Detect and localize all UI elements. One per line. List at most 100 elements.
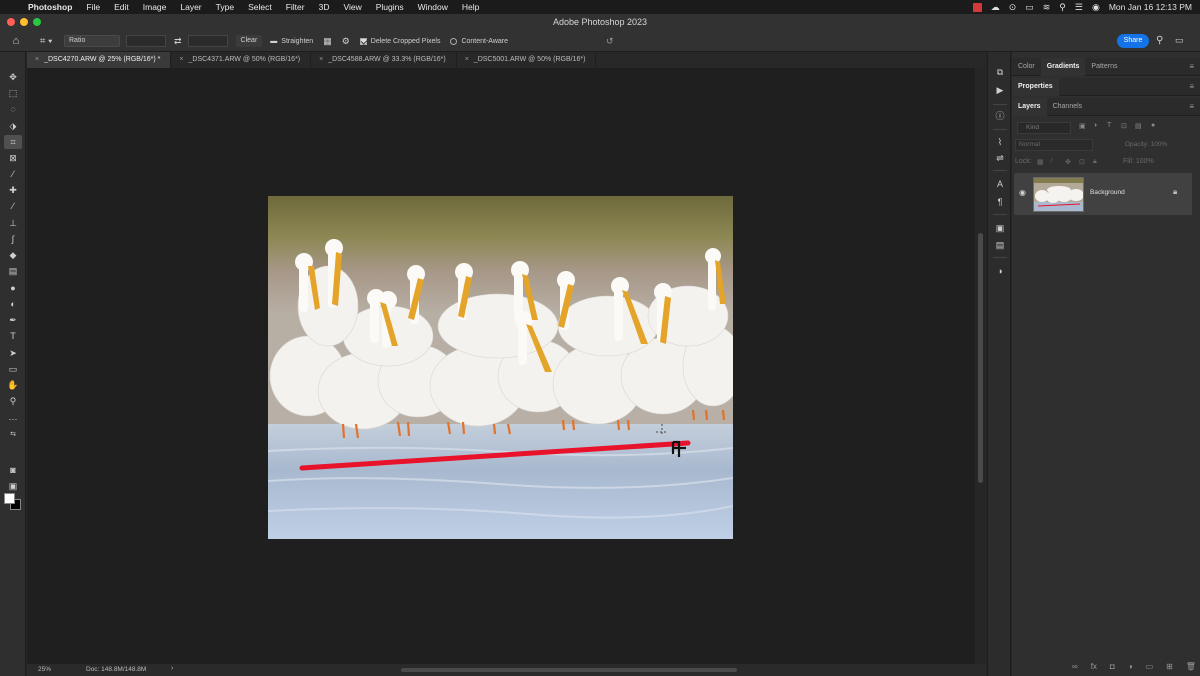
adjustment-layer-icon[interactable]: ◑: [992, 265, 1008, 277]
menu-plugins[interactable]: Plugins: [369, 2, 411, 12]
brush-icon[interactable]: ∕: [4, 199, 22, 213]
zoom-tool-icon[interactable]: ⚲: [4, 394, 22, 408]
menu-window[interactable]: Window: [411, 2, 455, 12]
ratio-height-field[interactable]: [187, 35, 228, 47]
tab-dsc4270[interactable]: × _DSC4270.ARW @ 25% (RGB/16*) *: [27, 52, 172, 68]
filter-pixel-icon[interactable]: ▣: [1079, 122, 1086, 130]
menu-edit[interactable]: Edit: [107, 2, 136, 12]
menu-3d[interactable]: 3D: [312, 2, 337, 12]
notes-icon[interactable]: ▤: [992, 239, 1008, 251]
hand-icon[interactable]: ✋: [4, 378, 22, 392]
gradient-icon[interactable]: ▤: [4, 264, 22, 278]
character-icon[interactable]: A: [992, 178, 1008, 190]
lock-artboard-icon[interactable]: ⊡: [1079, 158, 1085, 166]
wifi-icon[interactable]: ≋: [1043, 2, 1051, 13]
lock-transparent-icon[interactable]: ▦: [1037, 158, 1044, 166]
menu-help[interactable]: Help: [455, 2, 486, 12]
lasso-icon[interactable]: ◌: [4, 102, 22, 116]
lock-icon[interactable]: 🔒︎: [1173, 187, 1177, 197]
zoom-level[interactable]: 25%: [38, 666, 51, 673]
filter-smart-object-icon[interactable]: ▤: [1135, 122, 1142, 130]
panel-menu-icon[interactable]: ≡: [1189, 58, 1194, 76]
history-icon[interactable]: ⧉: [992, 66, 1008, 78]
vertical-scrollbar[interactable]: [975, 68, 986, 664]
layer-background[interactable]: ◉ Background 🔒︎: [1014, 173, 1192, 215]
gear-icon[interactable]: ⚙: [342, 36, 350, 47]
fill-field[interactable]: Fill: 100%: [1123, 158, 1154, 165]
new-layer-icon[interactable]: ⊞: [1166, 662, 1173, 674]
close-window-button[interactable]: [7, 18, 15, 26]
menu-image[interactable]: Image: [136, 2, 174, 12]
blur-icon[interactable]: ●: [4, 281, 22, 295]
swap-colors-icon[interactable]: ⇆: [4, 428, 22, 442]
battery-icon[interactable]: ▭: [1025, 2, 1034, 13]
crop-tool-icon[interactable]: ⌗: [4, 135, 22, 149]
paragraph-icon[interactable]: ¶: [992, 196, 1008, 208]
close-tab-icon[interactable]: ×: [465, 56, 469, 63]
screen-mode-icon[interactable]: ▣: [4, 479, 22, 493]
eyedropper-icon[interactable]: ⁄: [4, 167, 22, 181]
play-circle-icon[interactable]: ⊙: [1009, 2, 1017, 13]
more-tools-icon[interactable]: ⋯: [4, 412, 22, 426]
content-aware-checkbox[interactable]: Content-Aware: [450, 37, 508, 45]
add-mask-icon[interactable]: ◘: [1110, 662, 1115, 674]
filter-type-icon[interactable]: T: [1107, 122, 1111, 129]
tab-dsc4371[interactable]: × _DSC4371.ARW @ 50% (RGB/16*): [171, 52, 312, 68]
trash-icon[interactable]: 🗑︎: [1186, 662, 1196, 674]
tab-gradients[interactable]: Gradients: [1040, 57, 1086, 76]
home-icon[interactable]: ⌂: [0, 35, 32, 47]
filter-adjustment-icon[interactable]: ◑: [1093, 122, 1097, 129]
tab-properties[interactable]: Properties: [1012, 77, 1059, 96]
adjustments-icon[interactable]: ⇌: [992, 152, 1008, 164]
brush-settings-icon[interactable]: ⌇: [992, 136, 1008, 148]
document-image[interactable]: [268, 196, 733, 539]
ratio-width-field[interactable]: [126, 35, 166, 47]
clock[interactable]: Mon Jan 16 12:13 PM: [1109, 2, 1192, 12]
menu-select[interactable]: Select: [241, 2, 279, 12]
info-icon[interactable]: ⓘ: [992, 110, 1008, 122]
link-layers-icon[interactable]: ∞: [1072, 662, 1078, 674]
filter-shape-icon[interactable]: ⊡: [1121, 122, 1127, 130]
quick-mask-icon[interactable]: ◙: [4, 463, 22, 477]
menu-view[interactable]: View: [336, 2, 368, 12]
healing-brush-icon[interactable]: ✚: [4, 183, 22, 197]
menu-file[interactable]: File: [79, 2, 107, 12]
clear-button[interactable]: Clear: [235, 35, 263, 47]
share-button[interactable]: Share: [1117, 34, 1149, 48]
clone-stamp-icon[interactable]: ⊥: [4, 216, 22, 230]
dodge-icon[interactable]: ◐: [4, 297, 22, 311]
foreground-color-swatch[interactable]: [4, 493, 15, 504]
straighten-button[interactable]: ▬ Straighten: [270, 38, 313, 45]
control-center-icon[interactable]: ☰: [1075, 2, 1083, 13]
actions-play-icon[interactable]: ▶: [992, 84, 1008, 96]
reset-icon[interactable]: ↺: [606, 36, 614, 47]
object-selection-icon[interactable]: ⬗: [4, 119, 22, 133]
filter-kind-dropdown[interactable]: Kind: [1017, 122, 1071, 134]
new-adjustment-icon[interactable]: ◑: [1128, 662, 1133, 674]
eye-visibility-icon[interactable]: ◉: [1019, 188, 1026, 197]
tab-dsc4588[interactable]: × _DSC4588.ARW @ 33.3% (RGB/16*): [311, 52, 457, 68]
menu-app-photoshop[interactable]: Photoshop: [24, 2, 79, 12]
rectangular-marquee-icon[interactable]: ⬚: [4, 86, 22, 100]
recording-icon[interactable]: [972, 2, 982, 12]
crop-preset-icon[interactable]: ⌗ ▾: [32, 36, 60, 47]
path-selection-icon[interactable]: ➤: [4, 346, 22, 360]
scroll-thumb[interactable]: [978, 233, 983, 483]
swap-dimensions-icon[interactable]: ⇄: [174, 36, 182, 47]
menu-type[interactable]: Type: [209, 2, 241, 12]
type-tool-icon[interactable]: T: [4, 329, 22, 343]
panel-menu-icon[interactable]: ≡: [1189, 78, 1194, 96]
filter-toggle-icon[interactable]: ●: [1151, 122, 1155, 129]
libraries-icon[interactable]: ▣: [992, 222, 1008, 234]
delete-cropped-pixels-checkbox[interactable]: Delete Cropped Pixels: [359, 37, 440, 45]
lock-image-icon[interactable]: ∕: [1051, 158, 1052, 165]
workspace-icon[interactable]: ▭: [1175, 35, 1184, 46]
new-group-icon[interactable]: ▭: [1146, 662, 1154, 674]
tab-dsc5001[interactable]: × _DSC5001.ARW @ 50% (RGB/16*): [457, 52, 597, 68]
horizontal-scroll-thumb[interactable]: [401, 668, 737, 672]
rectangle-shape-icon[interactable]: ▭: [4, 362, 22, 376]
frame-tool-icon[interactable]: ⊠: [4, 151, 22, 165]
tab-patterns[interactable]: Patterns: [1085, 58, 1123, 76]
blend-mode-dropdown[interactable]: Normal: [1015, 139, 1093, 151]
lock-all-icon[interactable]: 🔒︎: [1093, 158, 1097, 166]
